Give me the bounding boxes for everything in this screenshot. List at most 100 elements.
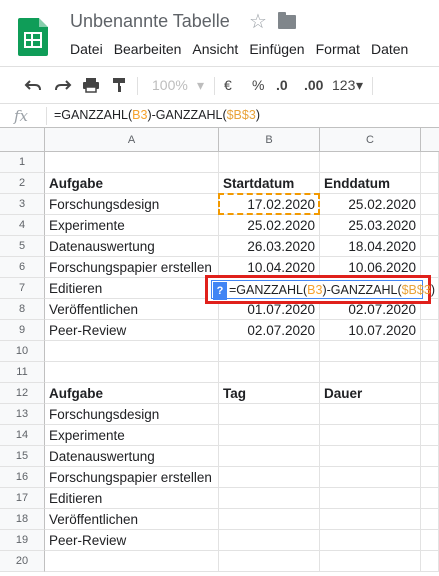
cell-a6[interactable]: Forschungspapier erstellen xyxy=(45,257,219,278)
row-header[interactable]: 17 xyxy=(0,488,45,509)
row-header[interactable]: 18 xyxy=(0,509,45,530)
cell-a9[interactable]: Peer-Review xyxy=(45,320,219,341)
cell-a20[interactable] xyxy=(45,551,219,572)
menu-insert[interactable]: Einfügen xyxy=(249,41,304,57)
cell-a2[interactable]: Aufgabe xyxy=(45,173,219,194)
cell-d5[interactable] xyxy=(421,236,439,257)
cell-a4[interactable]: Experimente xyxy=(45,215,219,236)
cell-c3[interactable]: 25.02.2020 xyxy=(320,194,421,215)
row-header[interactable]: 8 xyxy=(0,299,45,320)
redo-icon[interactable] xyxy=(54,78,72,92)
row-header[interactable]: 4 xyxy=(0,215,45,236)
cell-b18[interactable] xyxy=(219,509,320,530)
more-formats-button[interactable]: 123 xyxy=(332,75,355,95)
row-header[interactable]: 11 xyxy=(0,362,45,383)
cell-b9[interactable]: 02.07.2020 xyxy=(219,320,320,341)
cell-b1[interactable] xyxy=(219,152,320,173)
cell-a16[interactable]: Forschungspapier erstellen xyxy=(45,467,219,488)
cell-d12[interactable] xyxy=(421,383,439,404)
row-header[interactable]: 6 xyxy=(0,257,45,278)
cell-b3[interactable]: 17.02.2020 xyxy=(219,194,320,215)
cell-d16[interactable] xyxy=(421,467,439,488)
row-header[interactable]: 15 xyxy=(0,446,45,467)
cell-b4[interactable]: 25.02.2020 xyxy=(219,215,320,236)
row-header[interactable]: 9 xyxy=(0,320,45,341)
cell-b5[interactable]: 26.03.2020 xyxy=(219,236,320,257)
cell-d20[interactable] xyxy=(421,551,439,572)
print-icon[interactable] xyxy=(82,77,100,93)
cell-d17[interactable] xyxy=(421,488,439,509)
zoom-dropdown-icon[interactable]: ▾ xyxy=(197,75,204,95)
row-header[interactable]: 16 xyxy=(0,467,45,488)
cell-a17[interactable]: Editieren xyxy=(45,488,219,509)
cell-b10[interactable] xyxy=(219,341,320,362)
cell-b11[interactable] xyxy=(219,362,320,383)
row-header[interactable]: 13 xyxy=(0,404,45,425)
cell-a8[interactable]: Veröffentlichen xyxy=(45,299,219,320)
cell-c1[interactable] xyxy=(320,152,421,173)
cell-c12[interactable]: Dauer xyxy=(320,383,421,404)
cell-c15[interactable] xyxy=(320,446,421,467)
cell-d1[interactable] xyxy=(421,152,439,173)
cell-d18[interactable] xyxy=(421,509,439,530)
cell-c5[interactable]: 18.04.2020 xyxy=(320,236,421,257)
column-header-b[interactable]: B xyxy=(219,128,320,152)
cell-d19[interactable] xyxy=(421,530,439,551)
cell-a19[interactable]: Peer-Review xyxy=(45,530,219,551)
cell-a18[interactable]: Veröffentlichen xyxy=(45,509,219,530)
cell-c16[interactable] xyxy=(320,467,421,488)
formula-input[interactable]: =GANZZAHL(B3)-GANZZAHL($B$3) xyxy=(54,108,260,122)
row-header[interactable]: 14 xyxy=(0,425,45,446)
undo-icon[interactable] xyxy=(24,78,42,92)
cell-editor-input[interactable]: =GANZZAHL(B3)-GANZZAHL($B$3) xyxy=(229,283,435,297)
percent-button[interactable]: % xyxy=(252,75,264,95)
cell-b13[interactable] xyxy=(219,404,320,425)
row-header[interactable]: 12 xyxy=(0,383,45,404)
row-header[interactable]: 7 xyxy=(0,278,45,299)
row-header[interactable]: 1 xyxy=(0,152,45,173)
row-header[interactable]: 20 xyxy=(0,551,45,572)
cell-c11[interactable] xyxy=(320,362,421,383)
row-header[interactable]: 5 xyxy=(0,236,45,257)
column-header-a[interactable]: A xyxy=(45,128,219,152)
row-header[interactable]: 10 xyxy=(0,341,45,362)
cell-d13[interactable] xyxy=(421,404,439,425)
cell-c13[interactable] xyxy=(320,404,421,425)
menu-edit[interactable]: Bearbeiten xyxy=(114,41,182,57)
decrease-decimal-button[interactable]: .0 xyxy=(276,75,288,95)
row-header[interactable]: 19 xyxy=(0,530,45,551)
column-header-c[interactable]: C xyxy=(320,128,421,152)
currency-button[interactable]: € xyxy=(224,75,232,95)
document-title[interactable]: Unbenannte Tabelle xyxy=(70,11,230,32)
cell-b19[interactable] xyxy=(219,530,320,551)
cell-d11[interactable] xyxy=(421,362,439,383)
menu-file[interactable]: Datei xyxy=(70,41,103,57)
cell-b16[interactable] xyxy=(219,467,320,488)
menu-format[interactable]: Format xyxy=(316,41,360,57)
increase-decimal-button[interactable]: .00 xyxy=(304,75,323,95)
cell-a12[interactable]: Aufgabe xyxy=(45,383,219,404)
cell-c19[interactable] xyxy=(320,530,421,551)
cell-d15[interactable] xyxy=(421,446,439,467)
select-all-corner[interactable] xyxy=(0,128,45,152)
cell-c17[interactable] xyxy=(320,488,421,509)
cell-a14[interactable]: Experimente xyxy=(45,425,219,446)
cell-b14[interactable] xyxy=(219,425,320,446)
row-header[interactable]: 2 xyxy=(0,173,45,194)
cell-b2[interactable]: Startdatum xyxy=(219,173,320,194)
cell-a3[interactable]: Forschungsdesign xyxy=(45,194,219,215)
cell-d14[interactable] xyxy=(421,425,439,446)
cell-c10[interactable] xyxy=(320,341,421,362)
formula-help-icon[interactable]: ? xyxy=(213,282,227,300)
cell-d2[interactable] xyxy=(421,173,439,194)
cell-d9[interactable] xyxy=(421,320,439,341)
cell-c4[interactable]: 25.03.2020 xyxy=(320,215,421,236)
cell-d3[interactable] xyxy=(421,194,439,215)
cell-a7[interactable]: Editieren xyxy=(45,278,219,299)
cell-c20[interactable] xyxy=(320,551,421,572)
cell-editor[interactable]: ? =GANZZAHL(B3)-GANZZAHL($B$3) xyxy=(205,275,435,304)
star-icon[interactable]: ☆ xyxy=(249,9,267,34)
cell-b17[interactable] xyxy=(219,488,320,509)
cell-c9[interactable]: 10.07.2020 xyxy=(320,320,421,341)
cell-c14[interactable] xyxy=(320,425,421,446)
